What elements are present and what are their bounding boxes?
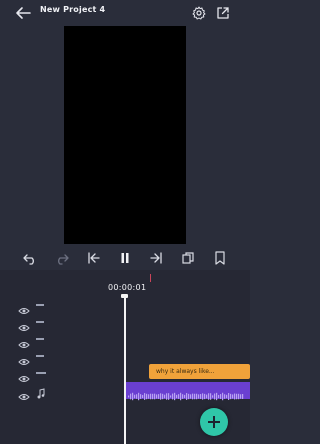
track-dash — [36, 321, 44, 323]
eye-icon[interactable] — [18, 386, 30, 400]
skip-to-end-button[interactable] — [148, 250, 164, 266]
bookmark-button[interactable] — [212, 250, 228, 266]
track-dash — [36, 372, 46, 374]
eye-icon[interactable] — [18, 317, 30, 331]
pause-button[interactable] — [117, 250, 133, 266]
track-dash — [36, 304, 44, 306]
project-title: New Project 4 — [40, 5, 106, 14]
music-note-icon — [37, 384, 45, 399]
video-preview[interactable] — [64, 26, 186, 244]
back-button[interactable] — [14, 5, 32, 21]
plus-icon-vertical — [213, 416, 215, 428]
eye-icon[interactable] — [18, 300, 30, 314]
skip-to-end-icon — [150, 252, 162, 264]
arrow-left-icon — [16, 7, 31, 19]
undo-button[interactable] — [22, 250, 38, 266]
pause-icon — [121, 253, 129, 263]
settings-button[interactable] — [192, 5, 206, 20]
app-header — [0, 0, 250, 26]
redo-button[interactable] — [54, 250, 70, 266]
eye-icon[interactable] — [18, 334, 30, 348]
eye-icon[interactable] — [18, 368, 30, 382]
skip-to-start-icon — [88, 252, 100, 264]
bookmark-icon — [215, 251, 225, 265]
copy-button[interactable] — [180, 250, 196, 266]
timecode: 00:00:01 — [108, 283, 147, 292]
skip-to-start-button[interactable] — [86, 250, 102, 266]
redo-icon — [58, 254, 69, 265]
eye-icon[interactable] — [18, 351, 30, 365]
export-button[interactable] — [216, 5, 230, 19]
export-icon — [217, 7, 229, 19]
undo-icon — [23, 254, 34, 265]
timeline-marker — [150, 274, 151, 282]
playhead[interactable] — [124, 296, 126, 444]
track-dash — [36, 355, 44, 357]
gear-icon — [192, 6, 206, 20]
copy-icon — [182, 252, 194, 264]
audio-waveform — [128, 386, 246, 401]
track-dash — [36, 338, 44, 340]
caption-clip-label: why it always like... — [156, 368, 215, 375]
